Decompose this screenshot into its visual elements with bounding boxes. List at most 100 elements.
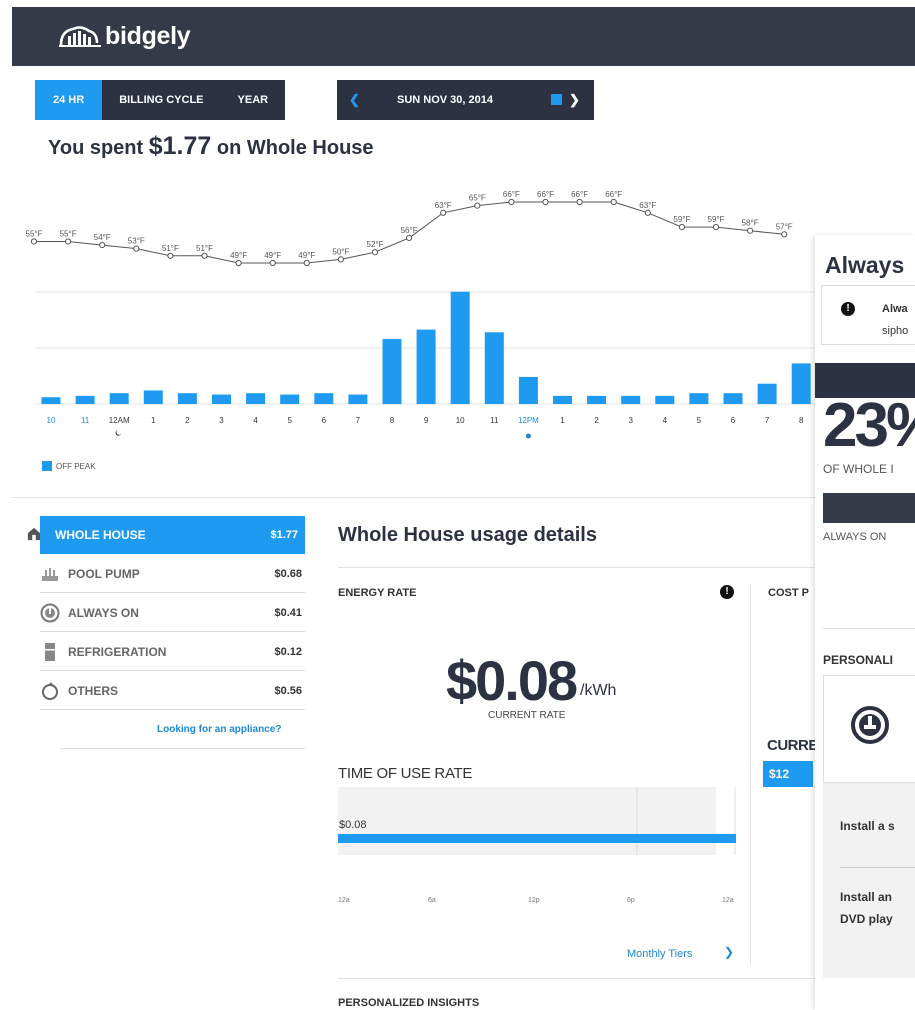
- x-tick-label: 11: [81, 416, 90, 425]
- chart-bar: [416, 329, 436, 404]
- sun-icon: [525, 433, 531, 439]
- range-selector: 24 HR BILLING CYCLE YEAR: [35, 80, 286, 120]
- chart-bar: [450, 291, 470, 404]
- temperature-label: 57°F: [776, 222, 793, 231]
- current-date: SUN NOV 30, 2014: [397, 94, 493, 106]
- tou-tick: 6p: [627, 897, 635, 904]
- spend-headline: You spent $1.77 on Whole House: [48, 132, 374, 161]
- alert-title: Alwa: [882, 303, 908, 315]
- looking-for-appliance-link[interactable]: Looking for an appliance?: [157, 724, 281, 735]
- tou-tick: 12p: [528, 897, 540, 904]
- chart-legend: OFF PEAK: [42, 461, 96, 471]
- legend-swatch: [42, 461, 52, 471]
- top-bar: bidgely: [0, 0, 915, 66]
- tip-line: Install an: [840, 890, 893, 904]
- temperature-point: [542, 198, 549, 206]
- chart-bar: [177, 393, 197, 404]
- logo-icon: [59, 25, 101, 47]
- x-tick-label: 1: [151, 416, 156, 425]
- x-tick-label: 5: [287, 416, 292, 425]
- temperature-point: [201, 252, 208, 259]
- temperature-point: [30, 238, 38, 245]
- chart-bar: [518, 376, 538, 404]
- appliance-row-pool-pump[interactable]: POOL PUMP $0.68: [40, 555, 305, 593]
- chevron-down-icon[interactable]: ❯: [724, 945, 734, 959]
- temperature-label: 66°F: [571, 190, 588, 199]
- chart-bar: [655, 395, 675, 404]
- personalized-label: PERSONALI: [823, 653, 894, 667]
- chart-bar: [41, 397, 61, 404]
- temperature-label: 65°F: [469, 194, 486, 203]
- info-icon[interactable]: !: [720, 585, 734, 599]
- x-tick-label: 2: [594, 416, 599, 425]
- tou-tick: 12a: [722, 897, 734, 904]
- temperature-label: 59°F: [673, 215, 690, 224]
- appliance-row-others[interactable]: OTHERS $0.56: [40, 672, 305, 710]
- alert-text: sipho: [882, 325, 909, 337]
- range-24hr-button[interactable]: 24 HR: [35, 80, 103, 120]
- appliance-name: OTHERS: [68, 684, 119, 698]
- temperature-label: 59°F: [708, 215, 725, 224]
- moon-icon: [115, 430, 122, 436]
- appliance-row-always-on[interactable]: ALWAYS ON $0.41: [40, 594, 305, 632]
- temperature-point: [133, 245, 140, 252]
- fridge-icon: [45, 643, 55, 661]
- x-tick-label: 9: [424, 416, 429, 425]
- temperature-point: [576, 198, 583, 206]
- x-tick-label: 6: [731, 416, 736, 425]
- range-year-button[interactable]: YEAR: [220, 80, 286, 120]
- temperature-point: [712, 224, 720, 231]
- x-tick-label: 7: [765, 416, 770, 425]
- appliance-cost: $0.68: [274, 568, 302, 580]
- temperature-point: [747, 227, 754, 234]
- chevron-left-icon[interactable]: ❮: [349, 80, 360, 120]
- time-of-use-chart: $0.08 12a 6a 12p 6p 12a: [338, 787, 736, 904]
- tou-background: [338, 787, 716, 855]
- chart-bar: [280, 394, 300, 404]
- x-tick-label: 12AM: [109, 416, 130, 425]
- appliance-row-refrigeration[interactable]: REFRIGERATION $0.12: [40, 633, 305, 671]
- temperature-point: [781, 231, 788, 238]
- current-bill-badge: $12: [763, 761, 813, 787]
- calendar-icon[interactable]: [551, 94, 562, 105]
- appliance-cost: $0.41: [274, 607, 302, 619]
- always-on-panel: Always ! Alwa sipho 23% OF WHOLE I ALWAY…: [815, 235, 915, 1010]
- chevron-right-icon[interactable]: ❯: [569, 80, 580, 120]
- temperature-point: [610, 198, 617, 206]
- temperature-point: [440, 209, 447, 216]
- temperature-point: [99, 241, 106, 249]
- temperature-point: [167, 252, 174, 259]
- personalized-insights-label: PERSONALIZED INSIGHTS: [338, 997, 480, 1009]
- panel-title: Always: [825, 252, 905, 278]
- temperature-point: [474, 202, 481, 209]
- current-bill-label: CURRE: [767, 737, 818, 754]
- temperature-label: 66°F: [503, 190, 520, 199]
- of-whole-label: OF WHOLE I: [823, 462, 894, 476]
- always-on-percent: 23%: [823, 391, 915, 460]
- chart-bar: [553, 395, 572, 404]
- temperature-label: 66°F: [537, 190, 554, 199]
- current-rate-label: CURRENT RATE: [488, 710, 566, 721]
- temperature-point: [303, 259, 310, 267]
- tip-line: Install a s: [840, 819, 895, 833]
- appliance-cost: $0.12: [274, 646, 302, 658]
- x-tick-label: 2: [185, 416, 190, 425]
- tou-tick: 6a: [428, 897, 436, 904]
- chart-bar: [791, 363, 811, 404]
- logo[interactable]: bidgely: [59, 22, 191, 51]
- chart-bar: [75, 395, 95, 404]
- tou-rate-value: $0.08: [339, 819, 367, 831]
- x-tick-label: 8: [390, 416, 395, 425]
- appliance-row-whole-house[interactable]: WHOLE HOUSE $1.77: [40, 516, 305, 554]
- sidebar-divider: [60, 748, 305, 749]
- monthly-tiers-link[interactable]: Monthly Tiers: [627, 948, 692, 960]
- temperature-label: 49°F: [230, 251, 247, 260]
- x-tick-label: 4: [663, 416, 668, 425]
- range-billing-cycle-button[interactable]: BILLING CYCLE: [102, 80, 221, 120]
- chart-bar: [689, 393, 709, 404]
- chart-bar: [212, 394, 231, 404]
- tou-rate-bar: [338, 834, 736, 843]
- temperature-label: 63°F: [639, 201, 656, 210]
- temperature-point: [406, 234, 413, 241]
- temperature-label: 53°F: [128, 237, 145, 246]
